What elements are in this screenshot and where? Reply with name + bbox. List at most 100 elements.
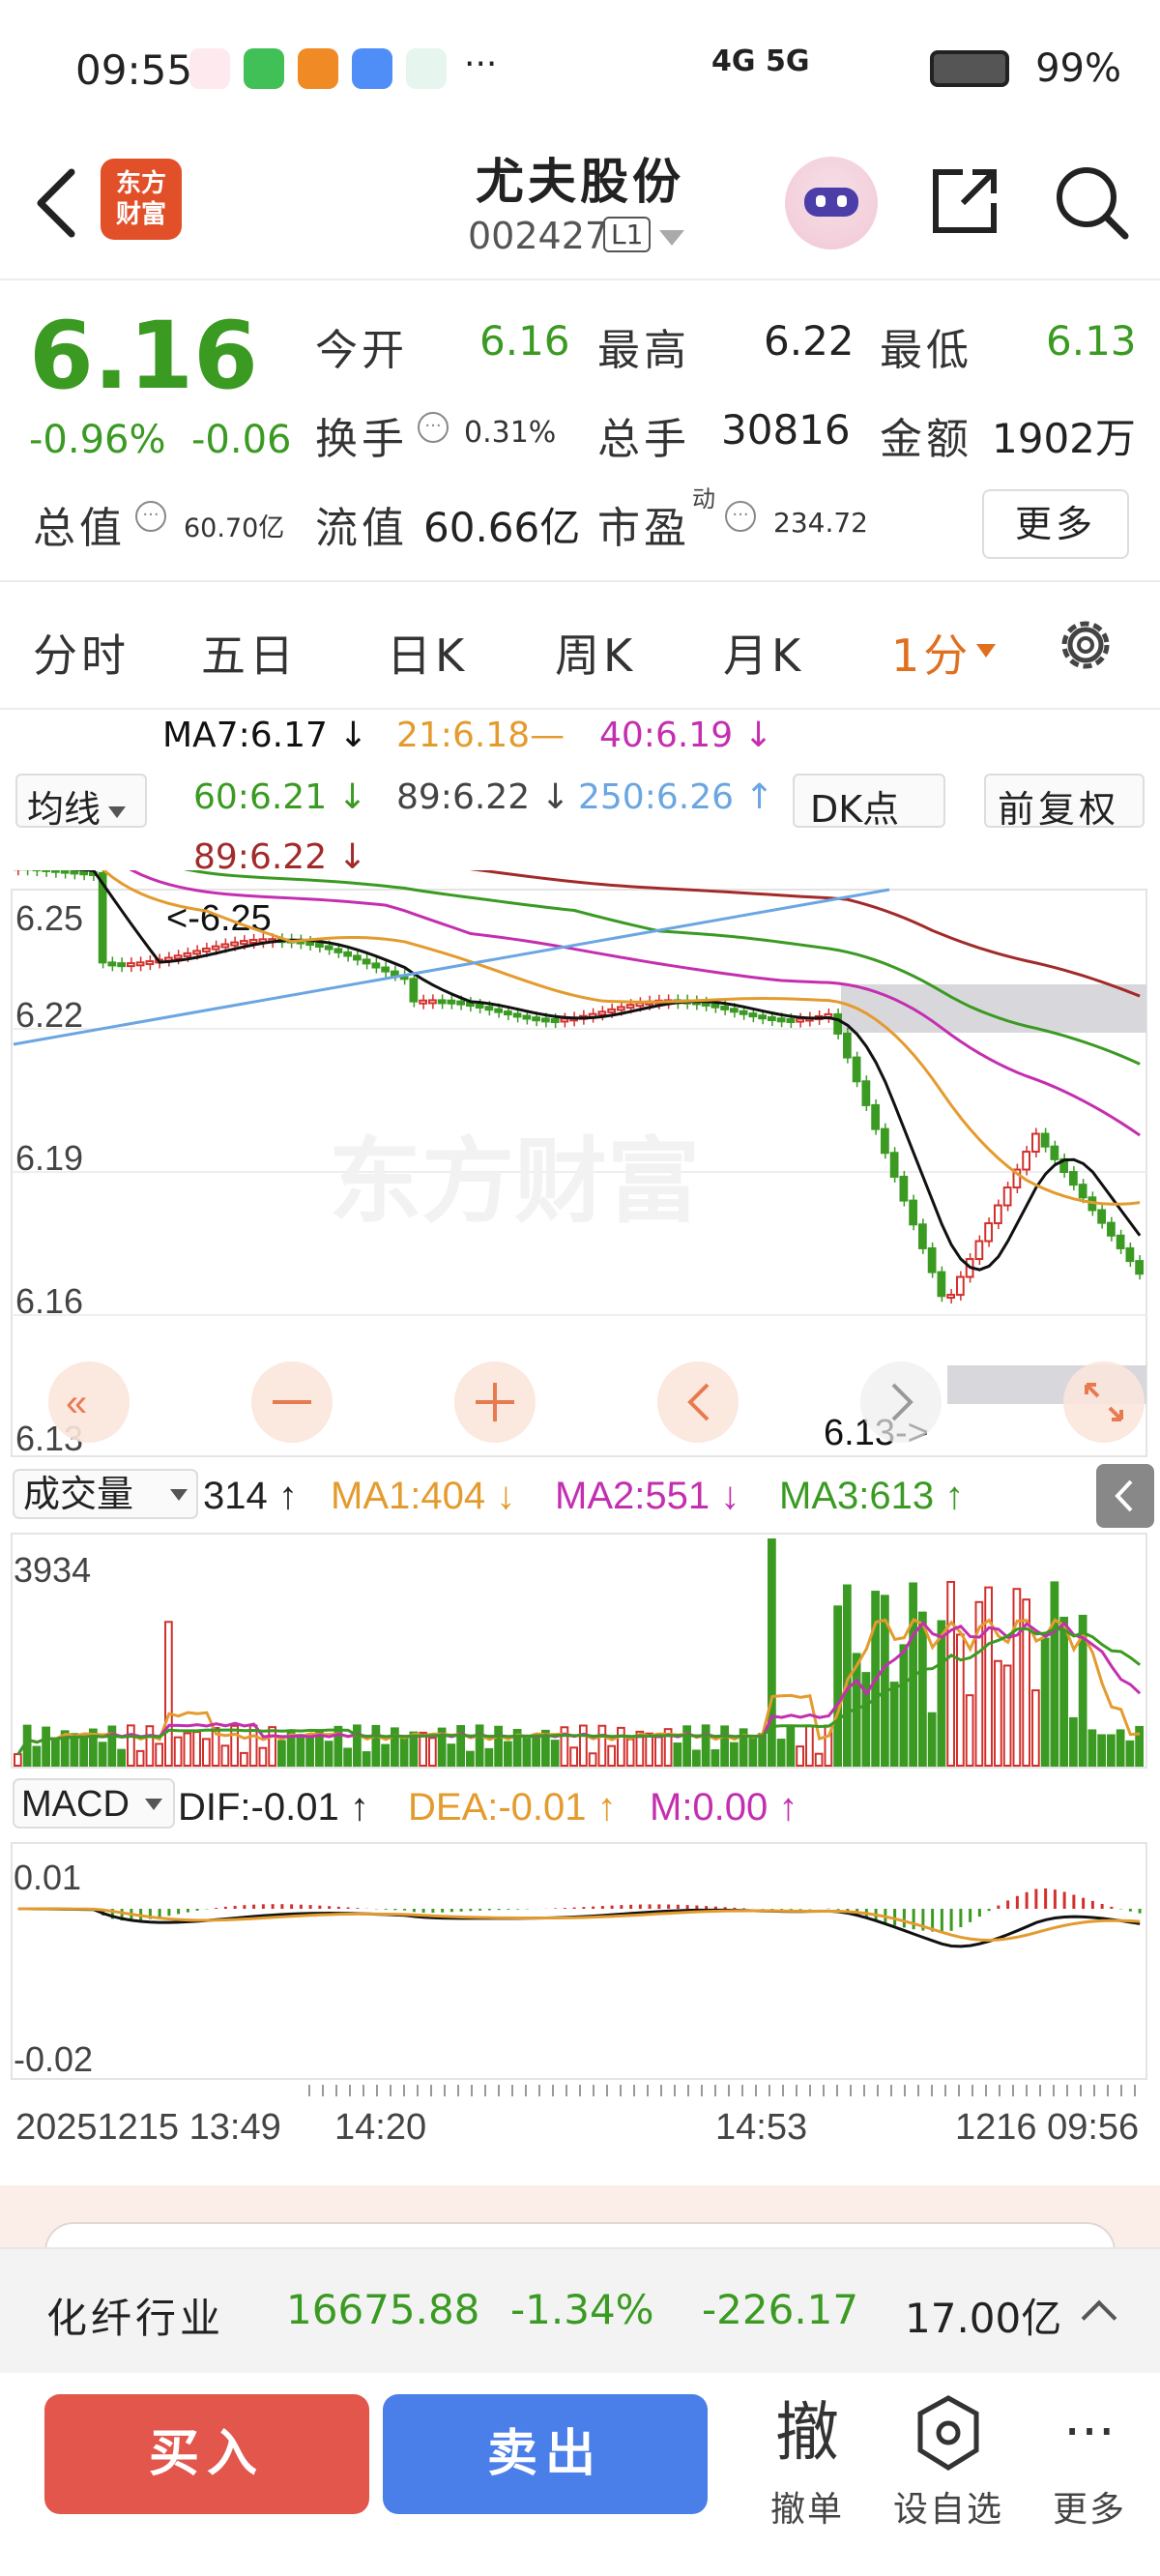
candle-body (597, 1010, 607, 1016)
candle-body (324, 945, 334, 951)
tab-1min[interactable]: 1分 (891, 621, 972, 685)
candle-body (381, 966, 390, 973)
candle-body (1078, 1184, 1088, 1199)
candle-body (881, 1127, 889, 1155)
candle-body (230, 941, 239, 947)
candle-body (550, 1018, 560, 1024)
chevron-down-icon[interactable] (659, 230, 684, 246)
volume-bar (381, 1743, 390, 1768)
more-actions-button[interactable]: ··· 更多 (1027, 2385, 1152, 2532)
volume-bar (135, 1749, 145, 1768)
music-app-icon (189, 48, 230, 89)
candle-body (560, 1017, 569, 1023)
cancel-order-button[interactable]: 撤 撤单 (744, 2385, 870, 2532)
candle-body (211, 945, 220, 951)
volume-bar (768, 1538, 776, 1767)
candle-body (42, 870, 50, 872)
candle-body (334, 948, 343, 953)
search-icon[interactable] (1050, 161, 1131, 242)
volume-bar (192, 1731, 201, 1767)
amount-value: 1902万 (992, 415, 1136, 462)
info-icon[interactable]: ··· (725, 501, 756, 532)
volume-bar (296, 1734, 305, 1768)
battery-percent: 99% (1035, 46, 1121, 91)
chevron-down-icon[interactable] (976, 644, 996, 658)
macd-frame (11, 1842, 1147, 2080)
kline-chart[interactable]: 东方财富 6.25 6.22 6.19 6.16 6.13 <-6.25 6.1… (0, 870, 1160, 2195)
volume-bar (710, 1749, 720, 1767)
add-watchlist-button[interactable]: 设自选 (885, 2385, 1011, 2532)
volume-bar (456, 1725, 465, 1767)
volume-y-max: 3934 (14, 1550, 91, 1590)
ma-dropdown[interactable]: 均线 (15, 774, 147, 831)
candle-body (1031, 1132, 1040, 1154)
y-label-622: 6.22 (15, 995, 83, 1035)
candle-body (1022, 1151, 1030, 1171)
volume-bar (588, 1752, 597, 1767)
candle-body (1069, 1171, 1078, 1186)
sell-button[interactable]: 卖出 (383, 2394, 708, 2514)
volume-bar (720, 1725, 729, 1767)
high-value: 6.22 (764, 317, 855, 365)
more-actions-label: 更多 (1052, 2490, 1126, 2530)
assistant-robot-icon[interactable] (785, 157, 878, 249)
volume-bar (277, 1740, 286, 1767)
volume-bar (475, 1724, 484, 1768)
volume-bar (758, 1733, 767, 1767)
stock-code[interactable]: 002427 (468, 215, 608, 257)
y-label-625: 6.25 (15, 898, 83, 938)
watermark: 东方财富 (329, 1130, 700, 1234)
volume-label: 总手 (597, 415, 690, 464)
tab-weekly-k[interactable]: 周K (555, 621, 636, 685)
gear-icon[interactable] (1052, 611, 1119, 679)
volume-bar (399, 1737, 409, 1768)
level-badge[interactable]: L1 (603, 217, 652, 252)
pressure-zone (841, 984, 1146, 1033)
more-button[interactable]: 更多 (982, 489, 1129, 559)
tab-timeshare[interactable]: 分时 (33, 621, 130, 685)
share-icon[interactable] (924, 161, 1005, 242)
stock-header: 东方 财富 尤夫股份 002427 L1 (0, 135, 1160, 280)
candle-body (710, 1003, 720, 1009)
candle-body (984, 1222, 993, 1243)
candle-body (1107, 1221, 1116, 1237)
volume-bar (965, 1694, 974, 1768)
volume-bar (145, 1725, 155, 1768)
info-icon[interactable]: ··· (418, 412, 449, 443)
candle-body (946, 1294, 955, 1300)
low-value: 6.13 (1046, 317, 1137, 365)
volume-ma1: MA1:404 ↓ (331, 1475, 515, 1517)
chevron-up-icon[interactable] (1081, 2299, 1117, 2336)
sector-bar[interactable]: 化纤行业 16675.88 -1.34% -226.17 17.00亿 (0, 2247, 1160, 2373)
tab-monthly-k[interactable]: 月K (723, 621, 804, 685)
candle-body (409, 978, 419, 1003)
cancel-order-label: 撤单 (769, 2490, 844, 2530)
candle-body (730, 1008, 739, 1013)
candle-body (889, 1152, 899, 1178)
pct-change: -0.96% (29, 418, 166, 462)
volume-dropdown-label: 成交量 (23, 1475, 133, 1515)
fuquan-button[interactable]: 前复权 (984, 774, 1145, 831)
dk-point-button[interactable]: DK点 (793, 774, 945, 831)
wallet-app-icon (298, 48, 338, 89)
volume-bar (682, 1725, 691, 1767)
step-forward-button (860, 1361, 942, 1443)
tab-daily-k[interactable]: 日K (387, 621, 468, 685)
candle-body (484, 1006, 494, 1011)
volume-bar (466, 1750, 475, 1767)
candle-body (305, 941, 314, 947)
low-label: 最低 (880, 326, 972, 375)
volume-bar (51, 1739, 60, 1768)
volume-bar (1031, 1689, 1040, 1767)
buy-button[interactable]: 买入 (44, 2394, 369, 2514)
volume-bar (776, 1739, 786, 1767)
candle-body (852, 1056, 861, 1083)
volume-bar (42, 1726, 50, 1768)
volume-bar (673, 1742, 682, 1767)
volume-bar (899, 1644, 909, 1767)
volume-bar (1059, 1616, 1068, 1768)
tab-five-day[interactable]: 五日 (201, 621, 298, 685)
info-icon[interactable]: ··· (135, 501, 166, 532)
candle-body (956, 1275, 965, 1297)
quote-panel: 6.16 -0.96% -0.06 今开 6.16 最高 6.22 最低 6.1… (0, 282, 1160, 582)
